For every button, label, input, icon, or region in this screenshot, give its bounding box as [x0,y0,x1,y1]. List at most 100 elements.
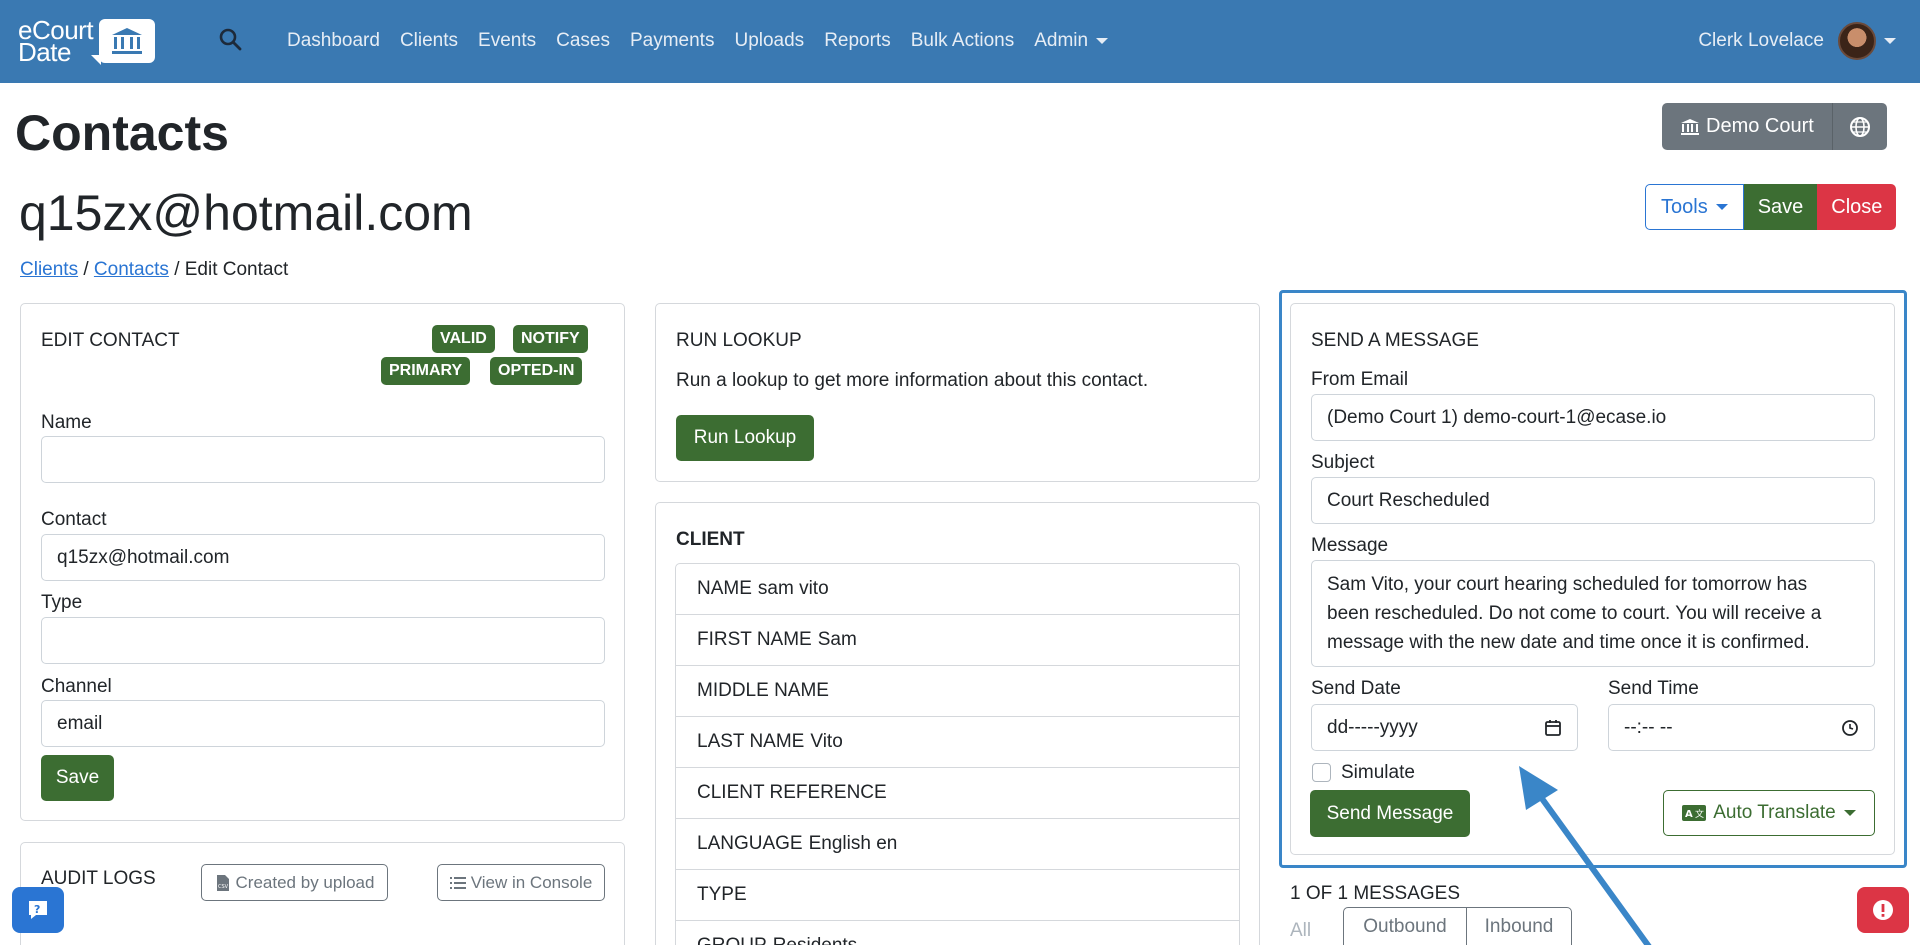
client-field-value: Vito [810,731,843,752]
subject-label: Subject [1311,452,1375,473]
tools-label: Tools [1661,195,1708,218]
nav-events[interactable]: Events [478,30,536,52]
channel-label: Channel [41,676,112,697]
client-field-label: NAME [697,578,752,599]
client-field-label: FIRST NAME [697,629,812,650]
created-by-upload-label: Created by upload [235,872,375,892]
client-title: CLIENT [676,529,745,550]
view-in-console-label: View in Console [470,872,593,892]
channel-field[interactable]: email [41,700,605,747]
question-chat-icon: ? [29,901,47,919]
close-button[interactable]: Close [1817,184,1897,230]
nav-links: Dashboard Clients Events Cases Payments … [287,30,1128,52]
user-name: Clerk Lovelace [1698,30,1824,51]
search-icon[interactable] [218,27,244,53]
nav-admin-dropdown[interactable]: Admin [1034,30,1109,52]
send-date-placeholder: dd-----yyyy [1327,716,1418,738]
list-item: TYPE [676,870,1239,921]
nav-reports[interactable]: Reports [824,30,891,52]
contact-heading: q15zx@hotmail.com [19,185,473,241]
breadcrumb-contacts[interactable]: Contacts [94,259,169,280]
messages-count: 1 OF 1 MESSAGES [1290,883,1460,904]
contact-label: Contact [41,509,107,530]
message-text: Sam Vito, your court hearing scheduled f… [1327,574,1822,653]
status-badge: OPTED-IN [490,357,583,385]
auto-translate-label: Auto Translate [1713,802,1836,823]
from-email-field[interactable]: (Demo Court 1) demo-court-1@ecase.io [1311,394,1875,441]
nav-cases[interactable]: Cases [556,30,610,52]
svg-text:CSV: CSV [218,884,229,890]
type-field[interactable] [41,617,605,664]
csv-file-icon: CSV [216,874,229,891]
nav-uploads[interactable]: Uploads [734,30,804,52]
send-message-button[interactable]: Send Message [1310,790,1470,837]
user-menu[interactable]: Clerk Lovelace [1698,22,1896,60]
client-field-label: TYPE [697,884,747,905]
help-chat-button[interactable]: ? [12,887,64,933]
subject-field[interactable]: Court Rescheduled [1311,477,1875,524]
exclamation-circle-icon [1873,900,1893,920]
client-field-label: LANGUAGE [697,833,803,854]
clock-icon[interactable] [1841,719,1859,737]
breadcrumb-current: Edit Contact [184,259,289,280]
breadcrumb-clients[interactable]: Clients [20,259,78,280]
client-field-value: Residents [773,935,858,945]
nav-bulk-actions[interactable]: Bulk Actions [911,30,1015,52]
client-field-label: GROUP [697,935,767,945]
tab-inbound[interactable]: Inbound [1466,907,1572,945]
alert-button[interactable] [1857,887,1909,933]
globe-button[interactable] [1831,103,1887,150]
page-actions: Tools Save Close [1645,184,1897,230]
client-details-list: NAME sam vito FIRST NAME Sam MIDDLE NAME L… [675,563,1240,945]
send-message-title: SEND A MESSAGE [1311,330,1479,351]
brand-logo[interactable]: eCourt Date [18,16,168,66]
from-email-label: From Email [1311,369,1409,390]
simulate-checkbox[interactable] [1312,763,1331,782]
view-in-console-button[interactable]: View in Console [437,864,605,901]
send-time-label: Send Time [1608,678,1699,699]
caret-down-icon [1096,37,1109,44]
svg-text:文: 文 [1695,808,1704,820]
brand-text: eCourt Date [18,17,94,65]
save-button[interactable]: Save [1743,184,1818,230]
name-field[interactable] [41,436,605,483]
nav-dashboard[interactable]: Dashboard [287,30,380,52]
translate-icon: A文 [1682,805,1707,821]
list-item: CLIENT REFERENCE [676,768,1239,819]
top-navbar: eCourt Date Dashboard Clients Events Cas… [0,0,1920,83]
edit-contact-title: EDIT CONTACT [41,330,180,351]
simulate-label: Simulate [1341,762,1415,783]
edit-contact-card: EDIT CONTACT VALID NOTIFY PRIMARY OPTED-… [20,303,625,821]
name-label: Name [41,412,92,433]
list-item: LANGUAGE English en [676,819,1239,870]
nav-clients[interactable]: Clients [400,30,458,52]
tab-outbound[interactable]: Outbound [1343,907,1467,945]
breadcrumb: Clients / Contacts / Edit Contact [20,259,288,281]
run-lookup-description: Run a lookup to get more information abo… [676,370,1149,391]
auto-translate-dropdown[interactable]: A文 Auto Translate [1663,790,1875,836]
run-lookup-button[interactable]: Run Lookup [676,415,814,461]
breadcrumb-separator: / [83,259,89,280]
run-lookup-title: RUN LOOKUP [676,330,802,351]
contact-field[interactable]: q15zx@hotmail.com [41,534,605,581]
send-date-field[interactable]: dd-----yyyy [1311,704,1578,751]
svg-text:?: ? [34,903,40,916]
send-date-label: Send Date [1311,678,1401,699]
calendar-icon[interactable] [1544,719,1562,737]
message-textarea[interactable]: Sam Vito, your court hearing scheduled f… [1311,560,1875,667]
save-contact-button[interactable]: Save [41,755,114,801]
nav-payments[interactable]: Payments [630,30,714,52]
list-item: NAME sam vito [676,564,1239,615]
created-by-upload-button[interactable]: CSV Created by upload [201,864,388,901]
tools-dropdown-button[interactable]: Tools [1645,184,1744,230]
tab-all[interactable]: All [1290,920,1311,942]
nav-admin-label: Admin [1034,30,1089,51]
status-badge: PRIMARY [381,357,471,385]
list-item: GROUP Residents [676,921,1239,945]
client-field-label: MIDDLE NAME [697,680,829,701]
send-time-field[interactable]: --:-- -- [1608,704,1875,751]
client-field-label: CLIENT REFERENCE [697,782,887,803]
page-title: Contacts [15,105,229,161]
court-button[interactable]: Demo Court [1662,103,1832,150]
status-badge: NOTIFY [513,325,588,353]
